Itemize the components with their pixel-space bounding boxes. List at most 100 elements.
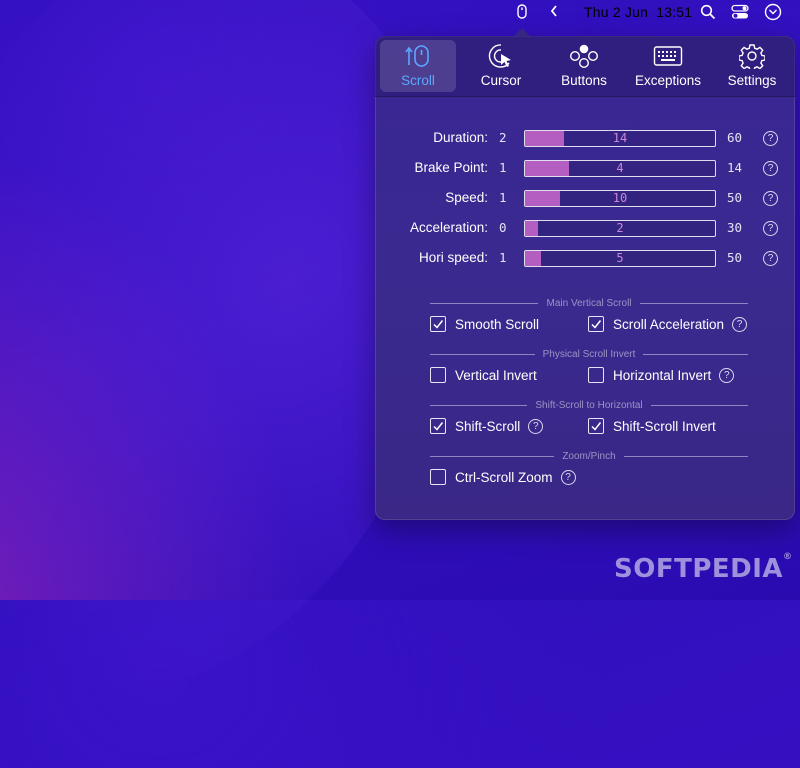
slider-max: 30: [727, 220, 743, 235]
help-icon[interactable]: ?: [763, 221, 778, 236]
menubar-time: 13:51: [656, 4, 693, 20]
softpedia-watermark: SOFTPEDIA®: [614, 552, 793, 584]
tab-toolbar: Scroll Cursor Buttons Exceptions Setting…: [375, 36, 795, 97]
tab-exceptions[interactable]: Exceptions: [630, 40, 706, 92]
slider-value: 10: [612, 191, 628, 205]
ctrl-scroll-zoom-checkbox[interactable]: Ctrl-Scroll Zoom ?: [430, 469, 576, 485]
divider: [623, 455, 749, 457]
scroll-icon: [403, 42, 433, 70]
slider-value: 4: [616, 161, 624, 175]
checkbox-label: Horizontal Invert: [613, 367, 712, 383]
section-shift-scroll: Shift-Scroll to Horizontal: [430, 398, 749, 412]
slider-label: Hori speed:: [418, 250, 488, 265]
checkbox-box[interactable]: [430, 469, 446, 485]
section-title: Main Vertical Scroll: [546, 297, 632, 309]
slider-row-hori-speed: Hori speed: 1 5 50 ?: [375, 248, 795, 268]
vertical-invert-checkbox[interactable]: Vertical Invert: [430, 367, 537, 383]
checkbox-label: Shift-Scroll: [455, 418, 521, 434]
slider-label: Acceleration:: [409, 220, 488, 235]
slider-label: Brake Point:: [414, 160, 488, 175]
tab-exceptions-label: Exceptions: [634, 73, 702, 88]
slider-max: 14: [727, 160, 743, 175]
divider: [430, 302, 539, 304]
tab-buttons[interactable]: Buttons: [546, 40, 622, 92]
slider-label: Duration:: [433, 130, 488, 145]
checkbox-box-checked[interactable]: [588, 316, 604, 332]
slider-value: 5: [616, 251, 624, 265]
scroll-acceleration-checkbox[interactable]: Scroll Acceleration ?: [588, 316, 748, 332]
help-icon[interactable]: ?: [763, 131, 778, 146]
speed-slider[interactable]: 10: [524, 190, 716, 207]
duration-slider[interactable]: 14: [524, 130, 716, 147]
help-icon[interactable]: ?: [528, 418, 544, 434]
tab-cursor[interactable]: Cursor: [463, 40, 539, 92]
slider-min: 0: [499, 220, 507, 235]
slider-min: 2: [499, 130, 507, 145]
registered-mark: ®: [783, 552, 793, 562]
section-title: Shift-Scroll to Horizontal: [535, 399, 643, 411]
slider-value: 2: [616, 221, 624, 235]
watermark-text: SOFTPEDIA: [614, 554, 784, 584]
search-icon[interactable]: [700, 4, 716, 25]
acceleration-slider[interactable]: 2: [524, 220, 716, 237]
divider: [639, 302, 748, 304]
menubar-clock[interactable]: Thu 2 Jun 13:51: [584, 4, 692, 20]
tab-scroll-label: Scroll: [401, 73, 435, 88]
tab-scroll[interactable]: Scroll: [380, 40, 456, 92]
help-icon[interactable]: ?: [560, 469, 576, 485]
checkbox-label: Ctrl-Scroll Zoom: [455, 469, 553, 485]
checkbox-box-checked[interactable]: [588, 418, 604, 434]
checkbox-box[interactable]: [430, 367, 446, 383]
buttons-icon: [569, 42, 599, 70]
checkbox-box-checked[interactable]: [430, 418, 446, 434]
checkbox-box[interactable]: [588, 367, 604, 383]
divider: [430, 404, 528, 406]
brake-point-slider[interactable]: 4: [524, 160, 716, 177]
divider: [643, 353, 748, 355]
cursor-icon: [487, 42, 515, 70]
slider-min: 1: [499, 190, 507, 205]
checkbox-label: Vertical Invert: [455, 367, 537, 383]
help-icon[interactable]: ?: [763, 191, 778, 206]
slider-row-duration: Duration: 2 14 60 ?: [375, 128, 795, 148]
slider-row-speed: Speed: 1 10 50 ?: [375, 188, 795, 208]
checkbox-label: Shift-Scroll Invert: [613, 418, 716, 434]
slider-row-brake-point: Brake Point: 1 4 14 ?: [375, 158, 795, 178]
tab-settings-label: Settings: [727, 73, 777, 88]
divider: [430, 455, 555, 457]
menubar-date: Thu 2 Jun: [584, 4, 649, 20]
section-title: Physical Scroll Invert: [542, 348, 636, 360]
section-physical-scroll-invert: Physical Scroll Invert: [430, 347, 748, 361]
gear-icon: [739, 42, 765, 70]
scroll-settings-popover: Scroll Cursor Buttons Exceptions Setting…: [375, 36, 795, 520]
section-zoom-pinch: Zoom/Pinch: [430, 449, 749, 463]
checkbox-label: Scroll Acceleration: [613, 316, 725, 332]
tab-settings[interactable]: Settings: [714, 40, 790, 92]
smooth-scroll-checkbox[interactable]: Smooth Scroll: [430, 316, 539, 332]
slider-max: 50: [727, 190, 743, 205]
divider: [430, 353, 535, 355]
shift-scroll-checkbox[interactable]: Shift-Scroll ?: [430, 418, 544, 434]
divider: [650, 404, 749, 406]
slider-row-acceleration: Acceleration: 0 2 30 ?: [375, 218, 795, 238]
tab-buttons-label: Buttons: [561, 73, 607, 88]
help-icon[interactable]: ?: [719, 367, 735, 383]
horizontal-invert-checkbox[interactable]: Horizontal Invert ?: [588, 367, 735, 383]
tab-cursor-label: Cursor: [480, 73, 522, 88]
help-icon[interactable]: ?: [763, 161, 778, 176]
slider-min: 1: [499, 250, 507, 265]
help-icon[interactable]: ?: [732, 316, 748, 332]
user-clock-icon[interactable]: [764, 3, 782, 26]
keyboard-icon: [653, 42, 683, 70]
section-main-vertical-scroll: Main Vertical Scroll: [430, 296, 748, 310]
hori-speed-slider[interactable]: 5: [524, 250, 716, 267]
chevron-left-icon[interactable]: [548, 2, 560, 24]
control-center-icon[interactable]: [731, 4, 749, 25]
checkbox-box-checked[interactable]: [430, 316, 446, 332]
shift-scroll-invert-checkbox[interactable]: Shift-Scroll Invert: [588, 418, 716, 434]
slider-value: 14: [612, 131, 628, 145]
checkbox-label: Smooth Scroll: [455, 316, 540, 332]
mouse-icon[interactable]: [510, 0, 534, 24]
slider-max: 50: [727, 250, 743, 265]
help-icon[interactable]: ?: [763, 251, 778, 266]
